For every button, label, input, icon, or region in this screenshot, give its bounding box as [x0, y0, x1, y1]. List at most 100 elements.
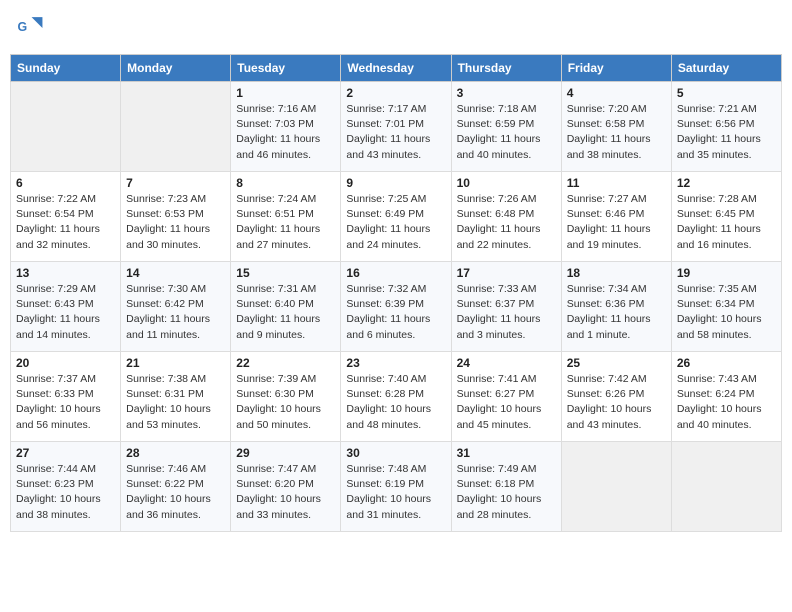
- day-info: Sunrise: 7:17 AM Sunset: 7:01 PM Dayligh…: [346, 102, 445, 163]
- day-info: Sunrise: 7:34 AM Sunset: 6:36 PM Dayligh…: [567, 282, 666, 343]
- logo: G: [16, 14, 48, 42]
- calendar-cell: 20 Sunrise: 7:37 AM Sunset: 6:33 PM Dayli…: [11, 352, 121, 442]
- day-info: Sunrise: 7:46 AM Sunset: 6:22 PM Dayligh…: [126, 462, 225, 523]
- calendar-cell: [561, 442, 671, 532]
- day-info: Sunrise: 7:28 AM Sunset: 6:45 PM Dayligh…: [677, 192, 776, 253]
- day-info: Sunrise: 7:49 AM Sunset: 6:18 PM Dayligh…: [457, 462, 556, 523]
- day-number: 27: [16, 446, 115, 460]
- day-info: Sunrise: 7:48 AM Sunset: 6:19 PM Dayligh…: [346, 462, 445, 523]
- calendar-cell: 23Sunrise: 7:40 AM Sunset: 6:28 PM Dayli…: [341, 352, 451, 442]
- calendar-cell: 3Sunrise: 7:18 AM Sunset: 6:59 PM Daylig…: [451, 82, 561, 172]
- day-info: Sunrise: 7:43 AM Sunset: 6:24 PM Dayligh…: [677, 372, 776, 433]
- day-info: Sunrise: 7:30 AM Sunset: 6:42 PM Dayligh…: [126, 282, 225, 343]
- calendar-cell: 13Sunrise: 7:29 AM Sunset: 6:43 PM Dayli…: [11, 262, 121, 352]
- day-info: Sunrise: 7:47 AM Sunset: 6:20 PM Dayligh…: [236, 462, 335, 523]
- day-info: Sunrise: 7:25 AM Sunset: 6:49 PM Dayligh…: [346, 192, 445, 253]
- day-number: 12: [677, 176, 776, 190]
- day-number: 5: [677, 86, 776, 100]
- day-info: Sunrise: 7:27 AM Sunset: 6:46 PM Dayligh…: [567, 192, 666, 253]
- day-number: 3: [457, 86, 556, 100]
- calendar-cell: 9 Sunrise: 7:25 AM Sunset: 6:49 PM Daylig…: [341, 172, 451, 262]
- day-number: 1: [236, 86, 335, 100]
- day-info: Sunrise: 7:37 AM Sunset: 6:33 PM Dayligh…: [16, 372, 115, 433]
- logo-icon: G: [16, 14, 44, 42]
- day-info: Sunrise: 7:24 AM Sunset: 6:51 PM Dayligh…: [236, 192, 335, 253]
- calendar-cell: 18Sunrise: 7:34 AM Sunset: 6:36 PM Dayli…: [561, 262, 671, 352]
- day-info: Sunrise: 7:23 AM Sunset: 6:53 PM Dayligh…: [126, 192, 225, 253]
- day-number: 10: [457, 176, 556, 190]
- calendar-cell: 6 Sunrise: 7:22 AM Sunset: 6:54 PM Daylig…: [11, 172, 121, 262]
- calendar-cell: 21 Sunrise: 7:38 AM Sunset: 6:31 PM Dayli…: [121, 352, 231, 442]
- day-number: 29: [236, 446, 335, 460]
- day-info: Sunrise: 7:38 AM Sunset: 6:31 PM Dayligh…: [126, 372, 225, 433]
- calendar-header-row: SundayMondayTuesdayWednesdayThursdayFrid…: [11, 55, 782, 82]
- calendar-week-row: 27 Sunrise: 7:44 AM Sunset: 6:23 PM Dayli…: [11, 442, 782, 532]
- calendar-cell: 2 Sunrise: 7:17 AM Sunset: 7:01 PM Daylig…: [341, 82, 451, 172]
- day-of-week-header: Saturday: [671, 55, 781, 82]
- calendar-cell: 27 Sunrise: 7:44 AM Sunset: 6:23 PM Dayli…: [11, 442, 121, 532]
- day-info: Sunrise: 7:40 AM Sunset: 6:28 PM Dayligh…: [346, 372, 445, 433]
- calendar-week-row: 6 Sunrise: 7:22 AM Sunset: 6:54 PM Daylig…: [11, 172, 782, 262]
- day-info: Sunrise: 7:32 AM Sunset: 6:39 PM Dayligh…: [346, 282, 445, 343]
- calendar-cell: 11Sunrise: 7:27 AM Sunset: 6:46 PM Dayli…: [561, 172, 671, 262]
- day-number: 31: [457, 446, 556, 460]
- calendar-cell: [11, 82, 121, 172]
- calendar-cell: 17Sunrise: 7:33 AM Sunset: 6:37 PM Dayli…: [451, 262, 561, 352]
- calendar-table: SundayMondayTuesdayWednesdayThursdayFrid…: [10, 54, 782, 532]
- calendar-cell: 15 Sunrise: 7:31 AM Sunset: 6:40 PM Dayli…: [231, 262, 341, 352]
- day-of-week-header: Thursday: [451, 55, 561, 82]
- day-number: 4: [567, 86, 666, 100]
- day-number: 17: [457, 266, 556, 280]
- calendar-cell: [121, 82, 231, 172]
- calendar-cell: 10Sunrise: 7:26 AM Sunset: 6:48 PM Dayli…: [451, 172, 561, 262]
- day-number: 14: [126, 266, 225, 280]
- calendar-cell: 24 Sunrise: 7:41 AM Sunset: 6:27 PM Dayli…: [451, 352, 561, 442]
- calendar-cell: 31 Sunrise: 7:49 AM Sunset: 6:18 PM Dayli…: [451, 442, 561, 532]
- day-info: Sunrise: 7:39 AM Sunset: 6:30 PM Dayligh…: [236, 372, 335, 433]
- day-number: 16: [346, 266, 445, 280]
- calendar-cell: 22 Sunrise: 7:39 AM Sunset: 6:30 PM Dayli…: [231, 352, 341, 442]
- day-of-week-header: Wednesday: [341, 55, 451, 82]
- day-number: 25: [567, 356, 666, 370]
- page-header: G: [10, 10, 782, 46]
- day-number: 21: [126, 356, 225, 370]
- calendar-cell: 28 Sunrise: 7:46 AM Sunset: 6:22 PM Dayli…: [121, 442, 231, 532]
- day-number: 6: [16, 176, 115, 190]
- calendar-week-row: 20 Sunrise: 7:37 AM Sunset: 6:33 PM Dayli…: [11, 352, 782, 442]
- svg-text:G: G: [18, 20, 28, 34]
- day-info: Sunrise: 7:31 AM Sunset: 6:40 PM Dayligh…: [236, 282, 335, 343]
- day-number: 26: [677, 356, 776, 370]
- calendar-cell: 5Sunrise: 7:21 AM Sunset: 6:56 PM Daylig…: [671, 82, 781, 172]
- day-number: 20: [16, 356, 115, 370]
- day-number: 22: [236, 356, 335, 370]
- day-number: 9: [346, 176, 445, 190]
- day-of-week-header: Sunday: [11, 55, 121, 82]
- calendar-cell: 30 Sunrise: 7:48 AM Sunset: 6:19 PM Dayli…: [341, 442, 451, 532]
- day-info: Sunrise: 7:44 AM Sunset: 6:23 PM Dayligh…: [16, 462, 115, 523]
- day-number: 30: [346, 446, 445, 460]
- day-info: Sunrise: 7:16 AM Sunset: 7:03 PM Dayligh…: [236, 102, 335, 163]
- day-number: 2: [346, 86, 445, 100]
- day-number: 24: [457, 356, 556, 370]
- day-info: Sunrise: 7:41 AM Sunset: 6:27 PM Dayligh…: [457, 372, 556, 433]
- day-info: Sunrise: 7:35 AM Sunset: 6:34 PM Dayligh…: [677, 282, 776, 343]
- calendar-cell: 14 Sunrise: 7:30 AM Sunset: 6:42 PM Dayli…: [121, 262, 231, 352]
- day-of-week-header: Tuesday: [231, 55, 341, 82]
- calendar-cell: 16 Sunrise: 7:32 AM Sunset: 6:39 PM Dayli…: [341, 262, 451, 352]
- day-number: 19: [677, 266, 776, 280]
- calendar-cell: 25 Sunrise: 7:42 AM Sunset: 6:26 PM Dayli…: [561, 352, 671, 442]
- calendar-cell: 12 Sunrise: 7:28 AM Sunset: 6:45 PM Dayli…: [671, 172, 781, 262]
- day-number: 15: [236, 266, 335, 280]
- calendar-week-row: 13Sunrise: 7:29 AM Sunset: 6:43 PM Dayli…: [11, 262, 782, 352]
- day-number: 8: [236, 176, 335, 190]
- day-number: 28: [126, 446, 225, 460]
- calendar-cell: 19 Sunrise: 7:35 AM Sunset: 6:34 PM Dayli…: [671, 262, 781, 352]
- calendar-cell: 7Sunrise: 7:23 AM Sunset: 6:53 PM Daylig…: [121, 172, 231, 262]
- calendar-cell: 26 Sunrise: 7:43 AM Sunset: 6:24 PM Dayli…: [671, 352, 781, 442]
- calendar-cell: [671, 442, 781, 532]
- day-info: Sunrise: 7:20 AM Sunset: 6:58 PM Dayligh…: [567, 102, 666, 163]
- calendar-cell: 8 Sunrise: 7:24 AM Sunset: 6:51 PM Daylig…: [231, 172, 341, 262]
- day-info: Sunrise: 7:42 AM Sunset: 6:26 PM Dayligh…: [567, 372, 666, 433]
- day-info: Sunrise: 7:22 AM Sunset: 6:54 PM Dayligh…: [16, 192, 115, 253]
- calendar-cell: 4 Sunrise: 7:20 AM Sunset: 6:58 PM Daylig…: [561, 82, 671, 172]
